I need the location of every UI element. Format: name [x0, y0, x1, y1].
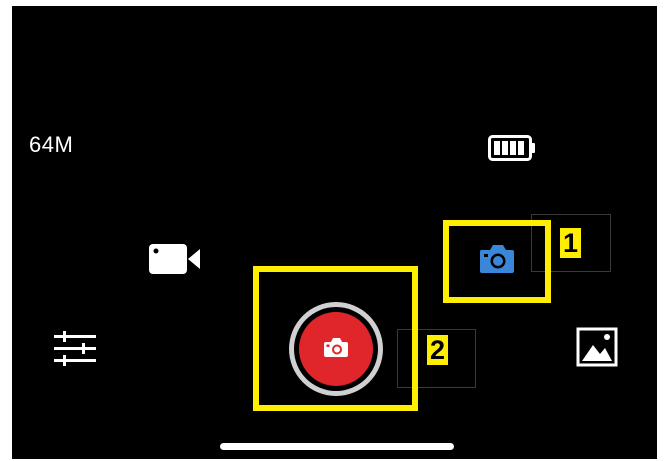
highlight-box-1 — [443, 220, 551, 303]
gallery-button[interactable] — [576, 327, 618, 372]
settings-button[interactable] — [52, 330, 98, 373]
sliders-icon — [52, 331, 98, 372]
highlight-box-2 — [253, 266, 418, 411]
annotation-label-2: 2 — [427, 335, 449, 365]
home-indicator[interactable] — [220, 443, 454, 450]
video-camera-icon — [148, 244, 202, 280]
video-mode-button[interactable] — [148, 242, 202, 281]
annotation-label-1: 1 — [560, 228, 582, 258]
storage-indicator: 64M — [29, 132, 74, 157]
battery-full-icon — [488, 135, 536, 166]
gallery-image-icon — [576, 327, 618, 371]
